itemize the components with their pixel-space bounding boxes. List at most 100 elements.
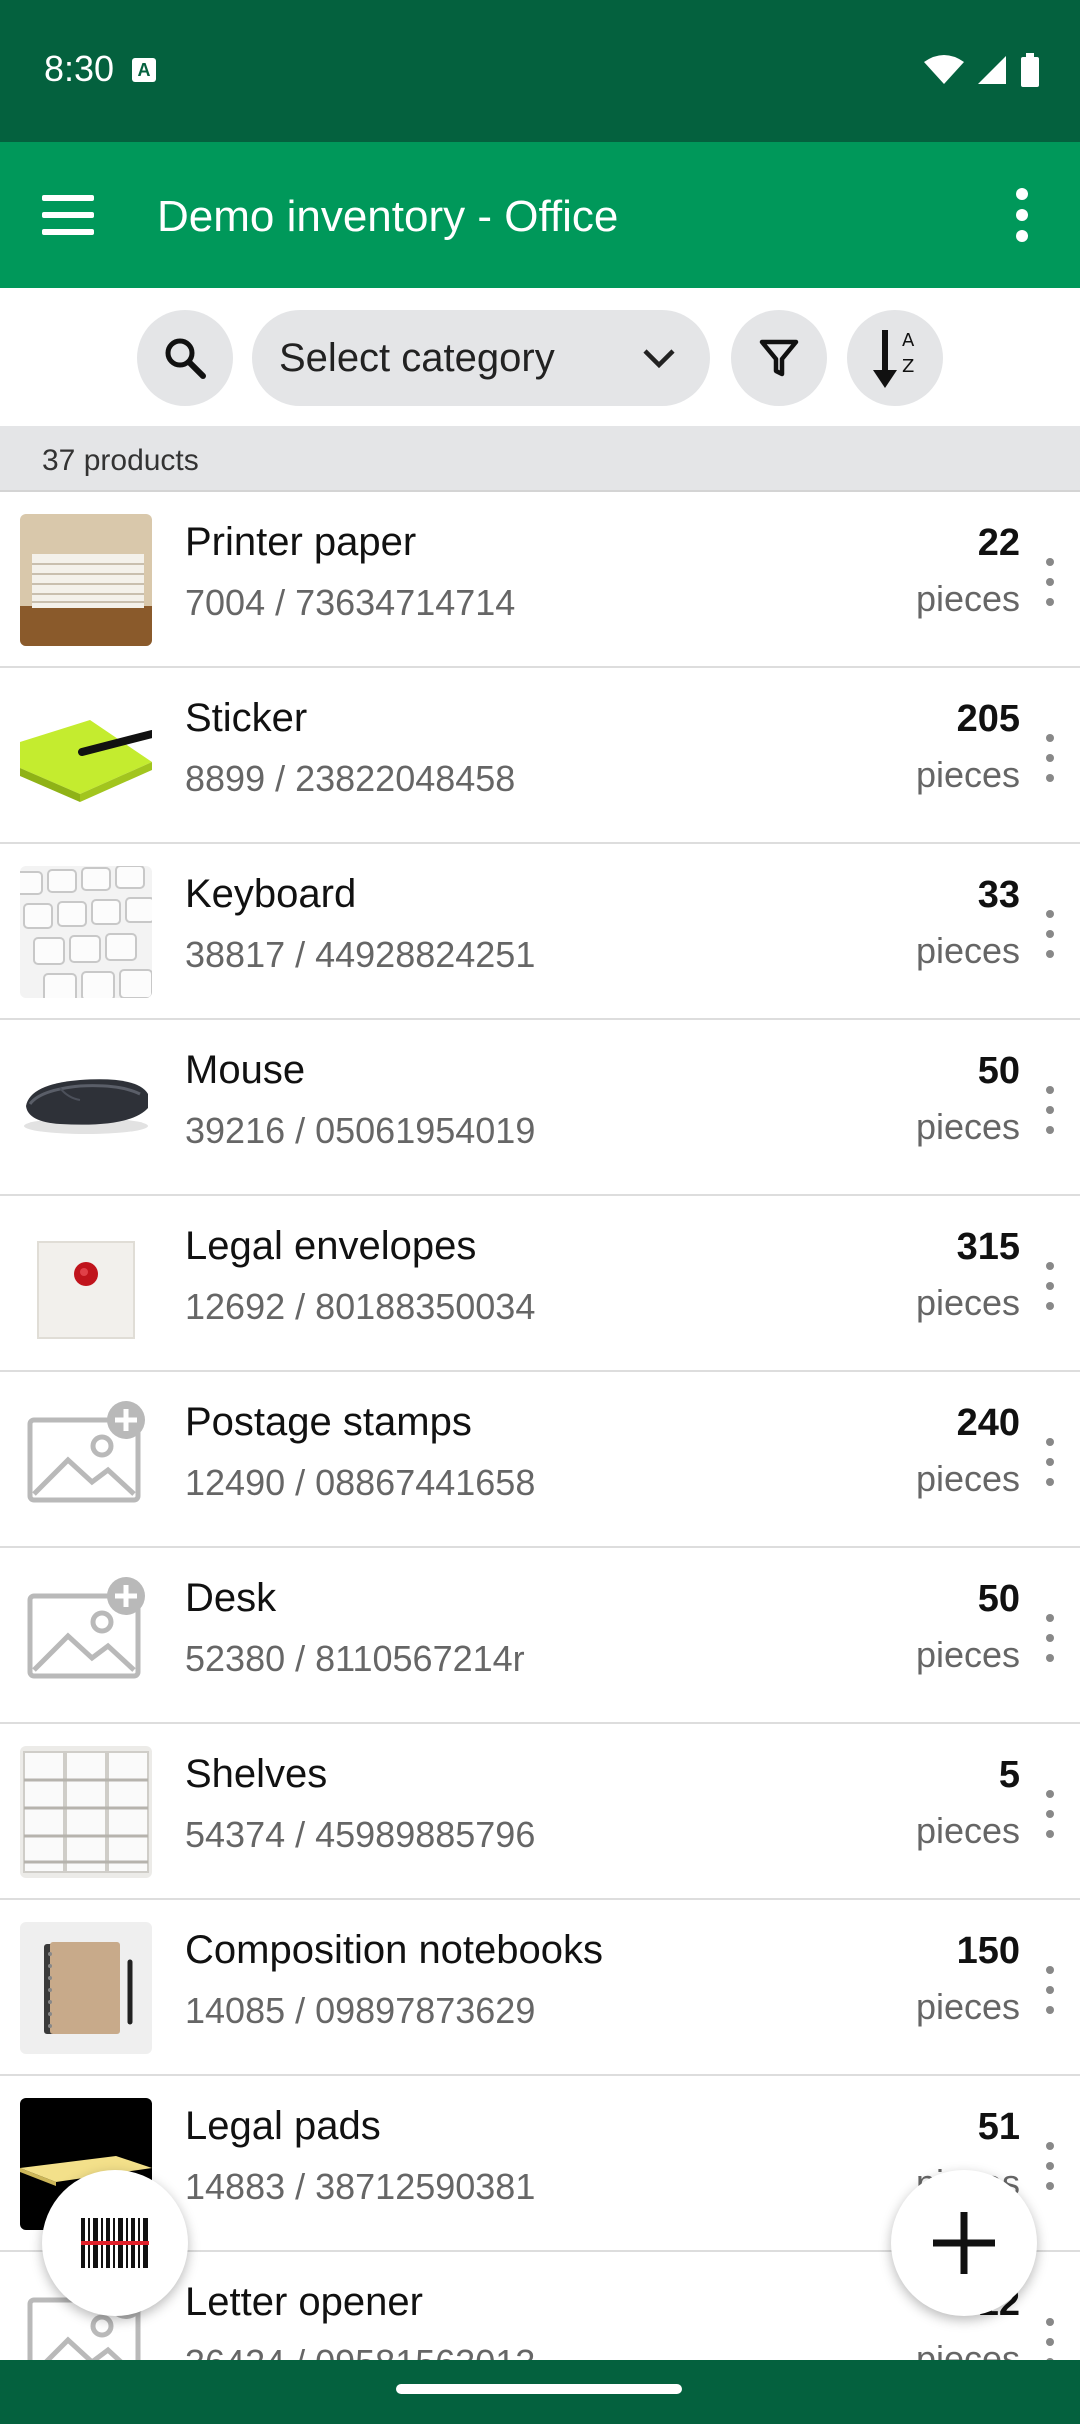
status-time: 8:30: [44, 48, 115, 89]
product-quantity: 315: [956, 1226, 1020, 1268]
product-unit: pieces: [915, 1282, 1020, 1323]
row-more-icon[interactable]: [1038, 1790, 1062, 1838]
product-name: Letter opener: [185, 2280, 423, 2324]
row-more-icon[interactable]: [1038, 1086, 1062, 1134]
product-code: 38817 / 44928824251: [185, 934, 536, 975]
category-select-label: Select category: [279, 335, 555, 380]
product-name: Desk: [185, 1576, 277, 1620]
row-more-icon[interactable]: [1038, 2318, 1062, 2360]
product-quantity: 50: [977, 1050, 1020, 1092]
product-unit: pieces: [915, 1634, 1020, 1675]
status-bar: 8:30 A: [0, 0, 1080, 142]
add-image-icon[interactable]: [20, 1570, 152, 1702]
a-icon: A: [132, 58, 156, 82]
barcode-scan-icon: [81, 2218, 149, 2268]
row-more-icon[interactable]: [1038, 910, 1062, 958]
home-gesture-handle[interactable]: [396, 2384, 682, 2394]
more-vert-icon[interactable]: [990, 182, 1054, 248]
sort-az-icon: AZ: [873, 330, 915, 388]
product-unit: pieces: [915, 578, 1020, 619]
row-more-icon[interactable]: [1038, 1438, 1062, 1486]
list-item[interactable]: Printer paper 7004 / 73634714714 22 piec…: [0, 492, 1080, 668]
row-more-icon[interactable]: [1038, 734, 1062, 782]
chevron-down-icon: [643, 349, 675, 369]
product-quantity: 51: [977, 2106, 1020, 2148]
add-image-icon[interactable]: [20, 1394, 152, 1526]
product-code: 39216 / 05061954019: [185, 1110, 536, 1151]
system-nav-bar: [0, 2360, 1080, 2424]
row-more-icon[interactable]: [1038, 1262, 1062, 1310]
product-name: Keyboard: [185, 872, 357, 916]
list-item[interactable]: Shelves 54374 / 45989885796 5 pieces: [0, 1724, 1080, 1900]
filter-toolbar: Select category AZ: [0, 288, 1080, 426]
product-unit: pieces: [915, 1810, 1020, 1851]
category-select[interactable]: Select category: [252, 310, 710, 406]
battery-icon: [1021, 53, 1039, 87]
product-name: Legal pads: [185, 2104, 381, 2148]
product-quantity: 5: [998, 1754, 1020, 1796]
product-name: Printer paper: [185, 520, 417, 564]
list-item[interactable]: Sticker 8899 / 23822048458 205 pieces: [0, 668, 1080, 844]
sort-button[interactable]: AZ: [847, 310, 943, 406]
product-code: 7004 / 73634714714: [185, 582, 516, 623]
wifi-icon: [924, 55, 964, 84]
product-code: 54374 / 45989885796: [185, 1814, 536, 1855]
product-code: 14883 / 38712590381: [185, 2166, 536, 2207]
app-bar: Demo inventory - Office: [0, 142, 1080, 288]
product-image: [20, 1042, 152, 1174]
menu-icon[interactable]: [36, 183, 100, 247]
search-button[interactable]: [137, 310, 233, 406]
product-code: 12490 / 08867441658: [185, 1462, 536, 1503]
svg-text:Z: Z: [902, 356, 914, 377]
system-icons: [924, 52, 1040, 88]
product-count: 37 products: [42, 444, 199, 477]
product-image: [20, 514, 152, 646]
product-unit: pieces: [915, 930, 1020, 971]
product-name: Sticker: [185, 696, 308, 740]
list-item[interactable]: Desk 52380 / 8110567214r 50 pieces: [0, 1548, 1080, 1724]
filter-icon: [759, 339, 799, 377]
product-quantity: 150: [956, 1930, 1020, 1972]
list-item[interactable]: Postage stamps 12490 / 08867441658 240 p…: [0, 1372, 1080, 1548]
product-unit: pieces: [915, 1458, 1020, 1499]
product-image: [20, 1746, 152, 1878]
row-more-icon[interactable]: [1038, 558, 1062, 606]
product-quantity: 205: [956, 698, 1020, 740]
product-image: [20, 1922, 152, 2054]
product-name: Postage stamps: [185, 1400, 472, 1444]
signal-icon: [978, 56, 1006, 84]
add-product-button[interactable]: [891, 2170, 1037, 2316]
page-title: Demo inventory - Office: [157, 192, 619, 241]
row-more-icon[interactable]: [1038, 2142, 1062, 2190]
product-unit: pieces: [915, 1106, 1020, 1147]
product-quantity: 50: [977, 1578, 1020, 1620]
product-image: [20, 866, 152, 998]
list-item[interactable]: Keyboard 38817 / 44928824251 33 pieces: [0, 844, 1080, 1020]
scan-barcode-button[interactable]: [42, 2170, 188, 2316]
product-unit: pieces: [915, 1986, 1020, 2027]
product-quantity: 240: [956, 1402, 1020, 1444]
product-unit: pieces: [915, 2338, 1020, 2360]
product-code: 12692 / 80188350034: [185, 1286, 536, 1327]
product-name: Legal envelopes: [185, 1224, 477, 1268]
product-code: 8899 / 23822048458: [185, 758, 516, 799]
product-name: Composition notebooks: [185, 1928, 604, 1972]
product-code: 52380 / 8110567214r: [185, 1638, 525, 1679]
product-list: Printer paper 7004 / 73634714714 22 piec…: [0, 492, 1080, 2360]
list-item[interactable]: Legal envelopes 12692 / 80188350034 315 …: [0, 1196, 1080, 1372]
product-name: Mouse: [185, 1048, 306, 1092]
product-code: 36424 / 09581563013: [185, 2342, 535, 2360]
row-more-icon[interactable]: [1038, 1614, 1062, 1662]
list-item[interactable]: Mouse 39216 / 05061954019 50 pieces: [0, 1020, 1080, 1196]
row-more-icon[interactable]: [1038, 1966, 1062, 2014]
product-image: [20, 1218, 152, 1350]
product-quantity: 22: [977, 522, 1020, 564]
list-item[interactable]: Composition notebooks 14085 / 0989787362…: [0, 1900, 1080, 2076]
product-quantity: 33: [977, 874, 1020, 916]
filter-button[interactable]: [731, 310, 827, 406]
search-icon: [165, 338, 206, 379]
product-name: Shelves: [185, 1752, 328, 1796]
product-unit: pieces: [915, 754, 1020, 795]
svg-text:A: A: [902, 330, 915, 351]
product-image: [20, 690, 152, 822]
